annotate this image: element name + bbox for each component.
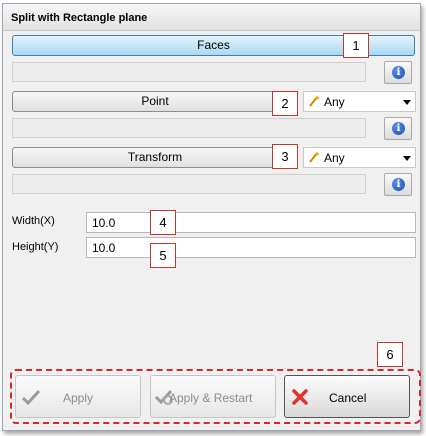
apply-restart-button-label: Apply & Restart bbox=[169, 391, 253, 405]
chevron-down-icon bbox=[403, 100, 411, 105]
point-info-button[interactable]: i bbox=[384, 117, 412, 140]
filter-wand-icon bbox=[309, 151, 320, 163]
cancel-button[interactable]: Cancel bbox=[284, 375, 410, 418]
info-icon: i bbox=[392, 66, 405, 79]
transform-selection-field bbox=[12, 174, 366, 194]
apply-button[interactable]: Apply bbox=[15, 375, 141, 418]
cancel-button-label: Cancel bbox=[329, 391, 367, 405]
cancel-x-icon bbox=[292, 389, 308, 405]
point-button-label: Point bbox=[141, 94, 169, 108]
height-input[interactable]: 10.0 bbox=[86, 237, 416, 258]
point-selection-field bbox=[12, 118, 366, 138]
point-button[interactable]: Point bbox=[12, 91, 298, 112]
faces-info-button[interactable]: i bbox=[384, 61, 412, 84]
apply-button-label: Apply bbox=[63, 391, 94, 405]
filter-wand-icon bbox=[309, 95, 320, 107]
transform-button[interactable]: Transform bbox=[12, 147, 298, 168]
info-icon: i bbox=[392, 122, 405, 135]
annotation-marker-3: 3 bbox=[272, 144, 298, 169]
transform-button-label: Transform bbox=[127, 150, 183, 164]
dialog-title: Split with Rectangle plane bbox=[11, 12, 148, 24]
point-filter-dropdown[interactable]: Any bbox=[303, 91, 416, 112]
point-filter-value: Any bbox=[324, 95, 345, 109]
faces-button-label: Faces bbox=[197, 38, 230, 52]
apply-restart-button[interactable]: Apply & Restart bbox=[150, 375, 276, 418]
height-label: Height(Y) bbox=[12, 241, 59, 253]
annotation-marker-1: 1 bbox=[343, 33, 369, 58]
info-icon: i bbox=[392, 178, 405, 191]
width-input[interactable]: 10.0 bbox=[86, 212, 416, 233]
transform-filter-dropdown[interactable]: Any bbox=[303, 147, 416, 168]
annotation-marker-6: 6 bbox=[377, 342, 403, 367]
width-value: 10.0 bbox=[92, 216, 116, 230]
title-bar: Split with Rectangle plane bbox=[3, 4, 420, 31]
transform-info-button[interactable]: i bbox=[384, 173, 412, 196]
width-label: Width(X) bbox=[12, 215, 55, 227]
height-value: 10.0 bbox=[92, 241, 116, 255]
annotation-marker-2: 2 bbox=[272, 91, 298, 116]
checkmark-icon bbox=[21, 389, 41, 405]
faces-selection-field bbox=[12, 62, 366, 82]
annotation-marker-5: 5 bbox=[150, 243, 176, 268]
annotation-marker-4: 4 bbox=[150, 210, 176, 235]
chevron-down-icon bbox=[403, 156, 411, 161]
transform-filter-value: Any bbox=[324, 151, 345, 165]
